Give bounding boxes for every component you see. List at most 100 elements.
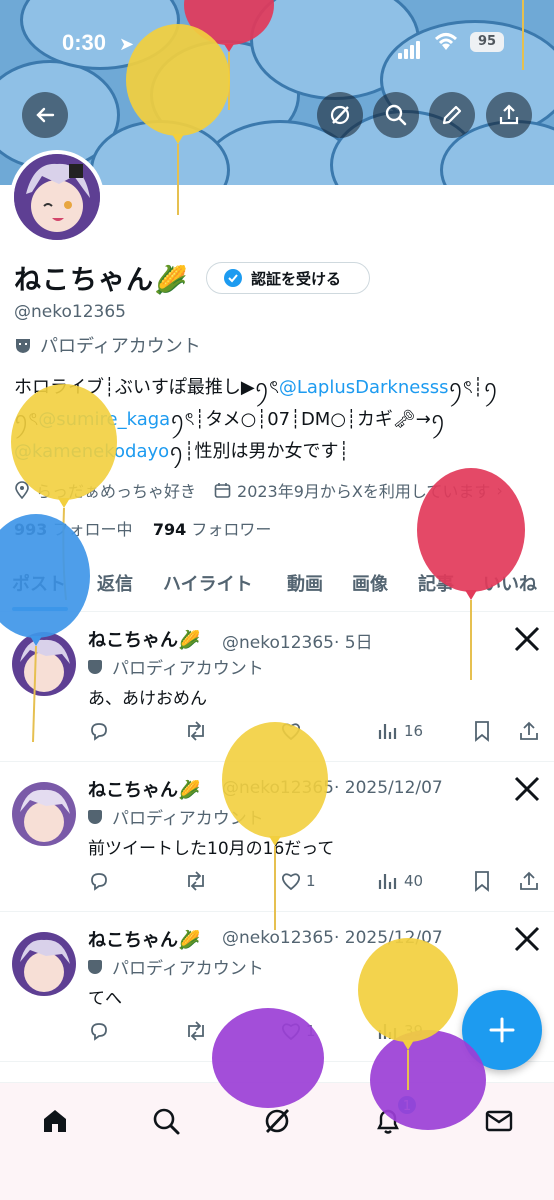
bio-mention-link[interactable]: @LaplusDarknesss — [279, 377, 449, 398]
share-icon — [520, 721, 538, 740]
nav-home[interactable] — [35, 1101, 75, 1141]
tab-likes[interactable]: いいね — [483, 560, 537, 596]
analytics-icon — [378, 724, 397, 739]
tweet-avatar[interactable] — [12, 932, 76, 996]
compose-button[interactable] — [462, 990, 542, 1070]
reply-button[interactable] — [88, 720, 110, 742]
reply-button[interactable] — [88, 1020, 110, 1042]
nav-messages[interactable] — [479, 1101, 519, 1141]
share-tweet-button[interactable] — [518, 870, 540, 892]
bookmark-button[interactable] — [472, 870, 492, 892]
tab-articles[interactable]: 記事 — [418, 560, 454, 596]
heart-icon — [282, 1023, 300, 1041]
bio-line: ホロライブ┊ぶいすぽ最推し▶︎ꪆৎ@LaplusDarknesssꪆৎ┊ꪆ — [14, 372, 554, 404]
home-icon — [44, 1110, 66, 1132]
tab-posts[interactable]: ポスト — [12, 560, 66, 596]
mask-icon — [88, 809, 102, 824]
view-count: 40 — [404, 872, 424, 890]
repost-icon — [188, 1021, 204, 1041]
tweet-author-handle: @neko12365· 5日 — [222, 628, 373, 653]
mail-icon — [485, 1110, 513, 1132]
arrow-left-icon — [36, 107, 55, 123]
tab-highlights[interactable]: ハイライト — [163, 560, 253, 596]
grok-button[interactable] — [317, 92, 363, 138]
like-button[interactable] — [280, 720, 306, 742]
bio-text: ꪆৎ — [14, 409, 39, 430]
tweet-item[interactable]: ねこちゃん🌽 @neko12365· 5日 パロディアカウント あ、あけおめん … — [0, 612, 554, 762]
tweet-actions: 16 — [88, 720, 542, 746]
tweet-parody-label: パロディアカウント — [88, 954, 264, 979]
x-logo-icon[interactable] — [514, 776, 540, 802]
repost-button[interactable] — [184, 720, 208, 742]
tweet-date: · 5日 — [333, 633, 373, 653]
reply-icon — [91, 873, 107, 891]
tweet-author-handle: @neko12365· 2025/12/07 — [222, 778, 443, 798]
bookmark-button[interactable] — [472, 720, 492, 742]
like-button[interactable]: 1 — [280, 1020, 316, 1042]
reply-button[interactable] — [88, 870, 110, 892]
bio-text: ꪆৎ┊タメ○┊07┊DM○┊カギ🗝→ꪆ — [170, 409, 446, 430]
heart-icon — [282, 723, 300, 741]
following-label: フォロー中 — [52, 520, 133, 539]
nav-search[interactable] — [146, 1101, 186, 1141]
chevron-right-icon: › — [496, 480, 503, 500]
edit-button[interactable] — [429, 92, 475, 138]
bio-mention-link[interactable]: @sumire_kaga — [38, 409, 170, 430]
verify-button[interactable]: 認証を受ける — [206, 262, 370, 294]
heart-icon — [282, 873, 300, 891]
like-count: 1 — [306, 872, 316, 890]
bottom-navigation — [0, 1082, 554, 1200]
tweet-author-name[interactable]: ねこちゃん🌽 — [88, 776, 200, 802]
parody-text: パロディアカウント — [40, 336, 201, 357]
share-tweet-button[interactable] — [518, 720, 540, 742]
view-count: 16 — [404, 722, 424, 740]
mask-icon — [88, 959, 102, 974]
repost-button[interactable] — [184, 870, 208, 892]
bio-mention-link[interactable]: @kamenekodayo — [14, 441, 169, 462]
tweet-parody-label: パロディアカウント — [88, 654, 264, 679]
handle-text: @neko12365 — [222, 778, 334, 798]
tab-videos[interactable]: 動画 — [287, 560, 323, 596]
plus-icon — [489, 1017, 515, 1043]
x-logo-icon[interactable] — [514, 926, 540, 952]
tweet-avatar[interactable] — [12, 632, 76, 696]
notification-badge: 1 — [396, 1094, 418, 1116]
tweet-avatar[interactable] — [12, 782, 76, 846]
like-button[interactable]: 1 — [280, 870, 316, 892]
tweet-text: あ、あけおめん — [88, 689, 207, 709]
tab-images[interactable]: 画像 — [352, 560, 388, 596]
share-icon — [520, 871, 538, 890]
views-button[interactable]: 16 — [376, 720, 423, 742]
bio-text: ꪆৎ┊ꪆ — [448, 377, 499, 398]
share-icon — [499, 104, 519, 125]
tweet-author-name[interactable]: ねこちゃん🌽 — [88, 626, 200, 652]
tab-replies[interactable]: 返信 — [97, 560, 133, 596]
views-button[interactable]: 39 — [376, 1020, 423, 1042]
following-count: 993 — [14, 520, 48, 539]
tweet-actions: 1 40 — [88, 870, 542, 896]
tweet-author-name[interactable]: ねこちゃん🌽 — [88, 926, 200, 952]
profile-location: らっだぁめっちゃ好き — [36, 482, 197, 501]
bookmark-icon — [475, 871, 489, 892]
following-link[interactable]: 993 フォロー中 — [14, 520, 133, 539]
tweet-author-handle: @neko12365· 2025/12/07 — [222, 928, 443, 948]
search-button[interactable] — [373, 92, 419, 138]
verified-badge-icon — [224, 269, 242, 287]
bookmark-icon — [475, 721, 489, 742]
verify-button-label: 認証を受ける — [251, 269, 342, 288]
back-button[interactable] — [22, 92, 68, 138]
views-button[interactable]: 40 — [376, 870, 423, 892]
share-button[interactable] — [486, 92, 532, 138]
tweet-item[interactable]: ねこちゃん🌽 @neko12365· 2025/12/07 パロディアカウント … — [0, 762, 554, 912]
repost-button[interactable] — [184, 1020, 208, 1042]
x-logo-icon[interactable] — [514, 626, 540, 652]
profile-meta: らっだぁめっちゃ好き 2023年9月からXを利用しています › — [14, 478, 503, 502]
search-icon — [385, 104, 407, 126]
nav-grok[interactable] — [257, 1101, 297, 1141]
profile-screen: 0:30 ➤ 95 ねこちゃん🌽 認証を受ける @neko12365 パロディア… — [0, 0, 554, 1200]
profile-tabs: ポスト 返信 ハイライト 動画 画像 記事 いいね — [0, 560, 554, 612]
followers-link[interactable]: 794 フォロワー — [153, 520, 272, 539]
location-pin-icon — [15, 481, 29, 499]
handle-text: @neko12365 — [222, 928, 334, 948]
profile-avatar[interactable] — [10, 150, 104, 244]
